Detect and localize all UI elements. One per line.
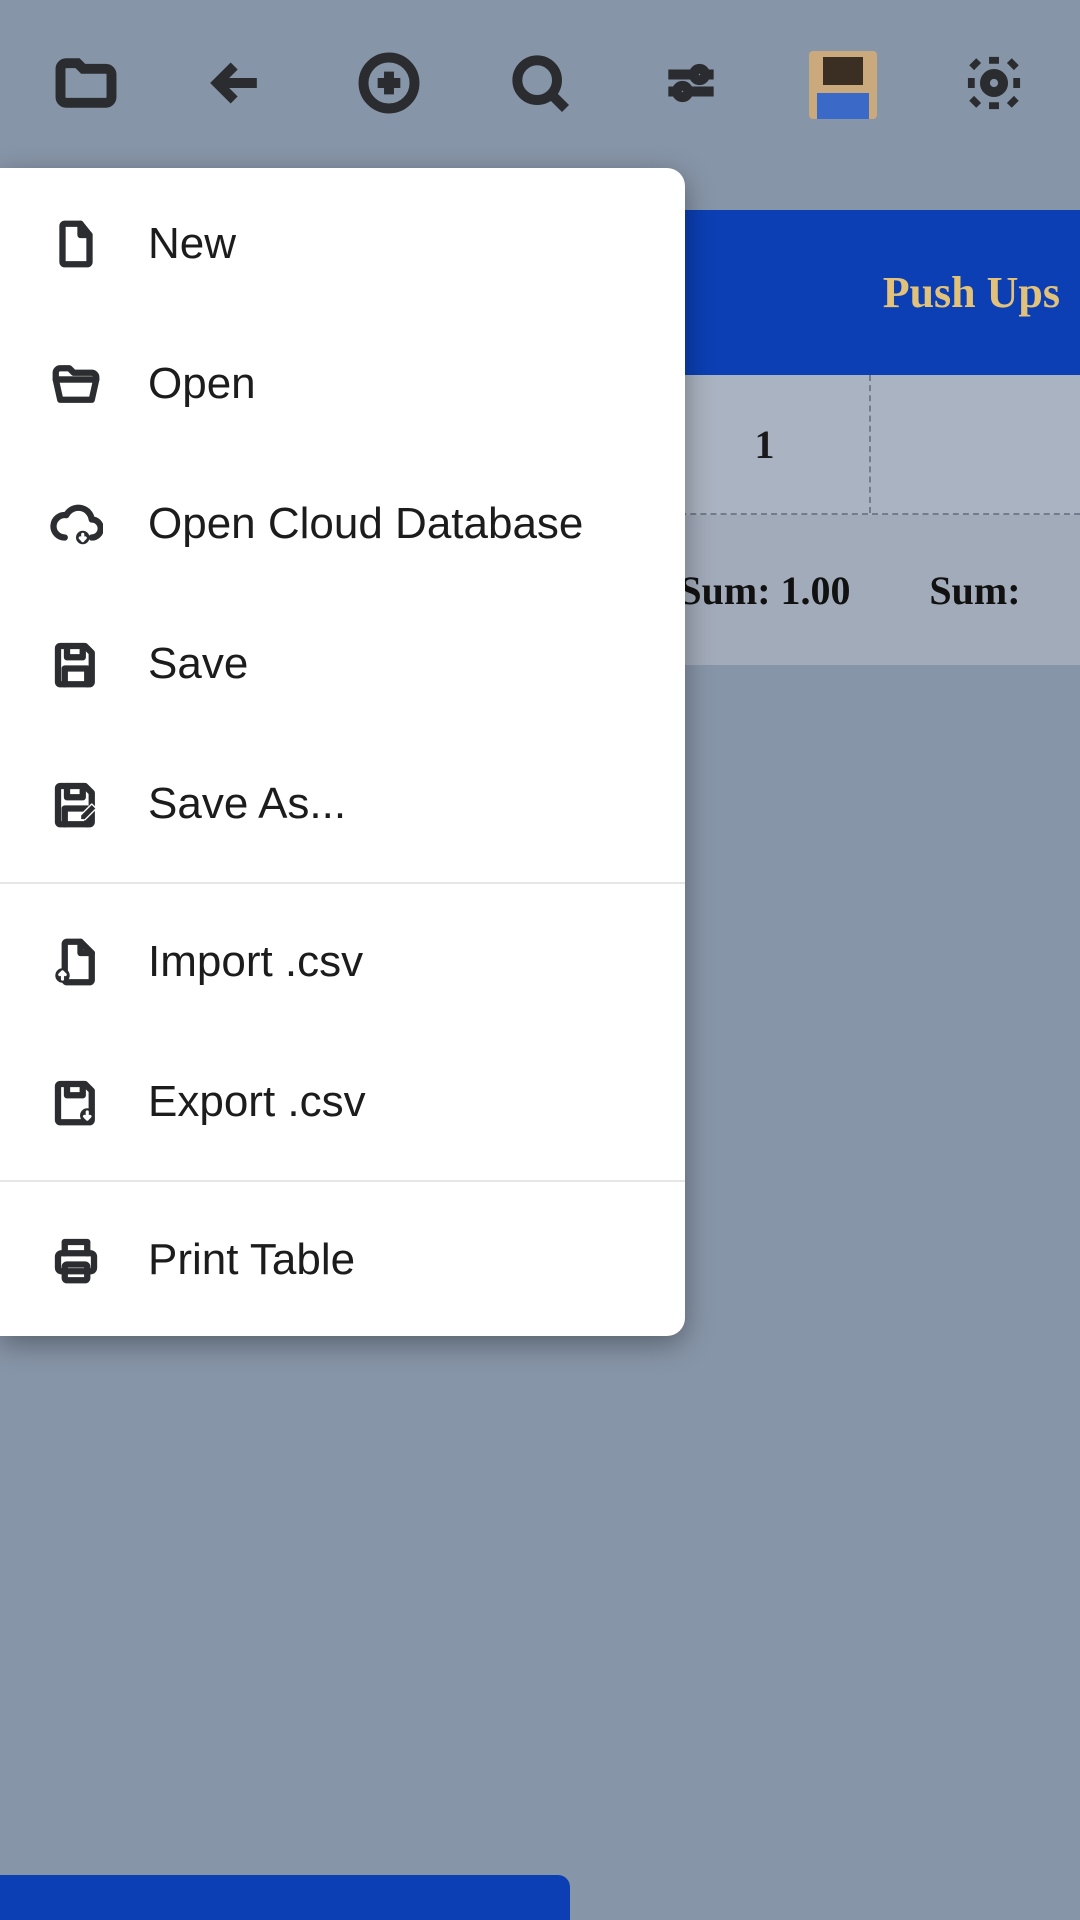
table-row[interactable]: 1 bbox=[660, 375, 1080, 515]
table-cell[interactable]: 1 bbox=[660, 375, 871, 513]
column-header-pushups[interactable]: Push Ups bbox=[883, 267, 1060, 318]
toolbar-folder-button[interactable] bbox=[26, 25, 146, 145]
menu-item-save-as[interactable]: Save As... bbox=[0, 734, 685, 874]
menu-item-new[interactable]: New bbox=[0, 174, 685, 314]
search-icon bbox=[506, 49, 574, 122]
menu-item-label: Export .csv bbox=[148, 1077, 366, 1127]
toolbar-settings-button[interactable] bbox=[934, 25, 1054, 145]
menu-separator bbox=[0, 1180, 685, 1182]
gear-icon bbox=[960, 49, 1028, 122]
menu-separator bbox=[0, 882, 685, 884]
data-table: Push Ups 1 Sum: 1.00 Sum: bbox=[660, 210, 1080, 665]
arrow-left-icon bbox=[203, 49, 271, 122]
sum-cell: Sum: bbox=[870, 515, 1080, 665]
sum-value: Sum: 1.00 bbox=[679, 567, 850, 614]
menu-item-label: Save As... bbox=[148, 779, 346, 829]
menu-item-label: New bbox=[148, 219, 236, 269]
toolbar-avatar-button[interactable] bbox=[783, 25, 903, 145]
folder-icon bbox=[52, 49, 120, 122]
printer-icon bbox=[48, 1232, 104, 1288]
sliders-icon bbox=[657, 49, 725, 122]
toolbar-search-button[interactable] bbox=[480, 25, 600, 145]
menu-item-import-csv[interactable]: Import .csv bbox=[0, 892, 685, 1032]
sum-value: Sum: bbox=[929, 567, 1020, 614]
toolbar-back-button[interactable] bbox=[177, 25, 297, 145]
top-toolbar bbox=[0, 0, 1080, 170]
sum-cell: Sum: 1.00 bbox=[660, 515, 870, 665]
folder-open-icon bbox=[48, 356, 104, 412]
table-summary-row: Sum: 1.00 Sum: bbox=[660, 515, 1080, 665]
menu-item-save[interactable]: Save bbox=[0, 594, 685, 734]
bottom-bar[interactable] bbox=[0, 1875, 570, 1920]
cell-value: 1 bbox=[755, 421, 775, 468]
file-icon bbox=[48, 216, 104, 272]
save-icon bbox=[48, 636, 104, 692]
toolbar-filter-button[interactable] bbox=[631, 25, 751, 145]
import-icon bbox=[48, 934, 104, 990]
menu-item-print[interactable]: Print Table bbox=[0, 1190, 685, 1330]
plus-circle-icon bbox=[355, 49, 423, 122]
menu-item-label: Save bbox=[148, 639, 248, 689]
save-as-icon bbox=[48, 776, 104, 832]
export-icon bbox=[48, 1074, 104, 1130]
avatar-icon bbox=[809, 51, 877, 119]
table-cell[interactable] bbox=[871, 375, 1080, 513]
menu-item-export-csv[interactable]: Export .csv bbox=[0, 1032, 685, 1172]
menu-item-open[interactable]: Open bbox=[0, 314, 685, 454]
menu-item-label: Open Cloud Database bbox=[148, 499, 583, 549]
menu-item-open-cloud[interactable]: Open Cloud Database bbox=[0, 454, 685, 594]
table-header-row: Push Ups bbox=[660, 210, 1080, 375]
menu-item-label: Print Table bbox=[148, 1235, 355, 1285]
menu-item-label: Open bbox=[148, 359, 256, 409]
file-menu-popup: New Open Open Cloud Database Save Save A… bbox=[0, 168, 685, 1336]
cloud-download-icon bbox=[48, 496, 104, 552]
menu-item-label: Import .csv bbox=[148, 937, 363, 987]
toolbar-add-button[interactable] bbox=[329, 25, 449, 145]
